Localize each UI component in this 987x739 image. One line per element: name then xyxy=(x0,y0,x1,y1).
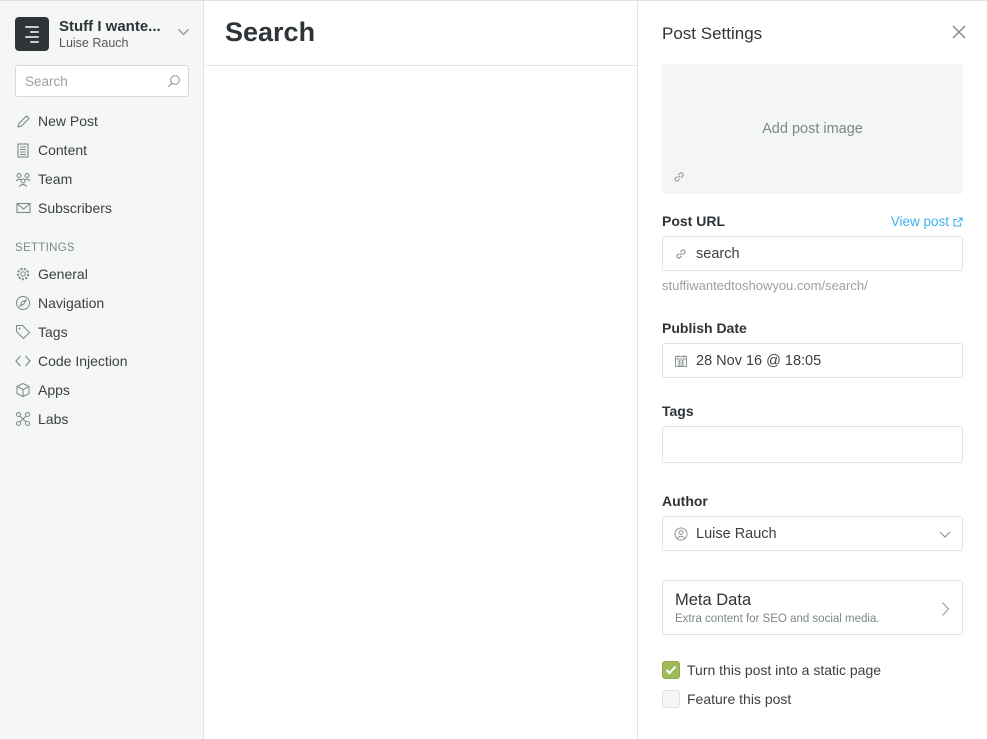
tag-icon xyxy=(15,324,31,340)
checkmark-icon xyxy=(665,665,677,675)
nav-item-navigation[interactable]: Navigation xyxy=(15,292,190,314)
static-page-checkbox[interactable] xyxy=(662,661,680,679)
link-icon[interactable] xyxy=(672,170,686,184)
post-url-field[interactable]: search xyxy=(662,236,963,271)
nav-item-label: Code Injection xyxy=(38,353,128,369)
feature-post-label: Feature this post xyxy=(687,691,792,707)
blog-switcher[interactable]: Stuff I wante... Luise Rauch xyxy=(15,16,190,52)
box-icon xyxy=(15,382,31,398)
view-post-label: View post xyxy=(890,214,949,229)
view-post-link[interactable]: View post xyxy=(891,214,963,229)
nav-item-general[interactable]: General xyxy=(15,263,190,285)
publish-date-value: 28 Nov 16 @ 18:05 xyxy=(696,352,822,369)
settings-section-label: SETTINGS xyxy=(15,242,75,254)
compass-icon xyxy=(15,295,31,311)
publish-date-label: Publish Date xyxy=(662,320,747,336)
envelope-icon xyxy=(15,200,31,216)
blog-logo xyxy=(15,17,49,51)
calendar-icon xyxy=(673,354,689,368)
blog-user-name: Luise Rauch xyxy=(59,36,129,50)
publish-date-field[interactable]: 28 Nov 16 @ 18:05 xyxy=(662,343,963,378)
tags-label: Tags xyxy=(662,403,694,419)
link-icon xyxy=(673,247,689,261)
nav-item-code-injection[interactable]: Code Injection xyxy=(15,350,190,372)
author-select[interactable]: Luise Rauch xyxy=(662,516,963,551)
nav-item-label: General xyxy=(38,266,88,282)
nav-item-subscribers[interactable]: Subscribers xyxy=(15,197,190,219)
chevron-down-icon xyxy=(939,531,951,538)
nav-item-tags[interactable]: Tags xyxy=(15,321,190,343)
nav-item-label: Labs xyxy=(38,411,69,427)
post-url-label: Post URL xyxy=(662,213,725,229)
nav-item-content[interactable]: Content xyxy=(15,139,190,161)
chevron-down-icon[interactable] xyxy=(177,25,190,39)
post-settings-panel: Post Settings Add post image Post URL Vi… xyxy=(637,1,987,739)
external-link-icon xyxy=(953,216,963,227)
chevron-right-icon xyxy=(942,602,950,616)
pencil-icon xyxy=(15,113,31,129)
user-icon xyxy=(673,527,689,541)
nav-item-label: Subscribers xyxy=(38,200,112,216)
meta-data-button[interactable]: Meta Data Extra content for SEO and soci… xyxy=(662,580,963,635)
main-content: Search xyxy=(205,1,637,739)
static-page-toggle[interactable]: Turn this post into a static page xyxy=(662,661,881,679)
gear-icon xyxy=(15,266,31,282)
close-icon[interactable] xyxy=(952,25,966,39)
add-post-image-label: Add post image xyxy=(762,121,863,137)
nav-item-new-post[interactable]: New Post xyxy=(15,110,190,132)
nav-item-labs[interactable]: Labs xyxy=(15,408,190,430)
panel-title: Post Settings xyxy=(662,24,763,43)
main-header: Search xyxy=(205,1,637,66)
meta-data-title: Meta Data xyxy=(675,591,752,609)
tags-input[interactable] xyxy=(662,426,963,463)
nav-item-team[interactable]: Team xyxy=(15,168,190,190)
feature-post-toggle[interactable]: Feature this post xyxy=(662,690,791,708)
document-icon xyxy=(15,142,31,158)
nav-item-label: Navigation xyxy=(38,295,105,311)
post-url-preview: stuffiwantedtoshowyou.com/search/ xyxy=(662,278,868,293)
nav-item-label: Team xyxy=(38,171,73,187)
add-post-image-area[interactable]: Add post image xyxy=(662,64,963,194)
nav-item-label: Apps xyxy=(38,382,70,398)
sidebar-search xyxy=(15,65,189,97)
author-label: Author xyxy=(662,493,708,509)
search-icon[interactable] xyxy=(167,74,181,88)
nav-item-label: Content xyxy=(38,142,88,158)
blog-title: Stuff I wante... xyxy=(59,18,161,35)
static-page-label: Turn this post into a static page xyxy=(687,662,882,678)
nav-item-apps[interactable]: Apps xyxy=(15,379,190,401)
meta-data-subtitle: Extra content for SEO and social media. xyxy=(675,613,880,625)
author-value: Luise Rauch xyxy=(696,525,777,542)
feature-post-checkbox[interactable] xyxy=(662,690,680,708)
code-icon xyxy=(15,353,31,369)
page-title: Search xyxy=(225,17,316,47)
team-icon xyxy=(15,171,31,187)
sidebar: Stuff I wante... Luise Rauch New Post Co… xyxy=(0,1,204,739)
post-url-value: search xyxy=(696,245,740,262)
nav-item-label: New Post xyxy=(38,113,98,129)
search-input[interactable] xyxy=(16,66,165,96)
labs-icon xyxy=(15,411,31,427)
nav-item-label: Tags xyxy=(38,324,68,340)
